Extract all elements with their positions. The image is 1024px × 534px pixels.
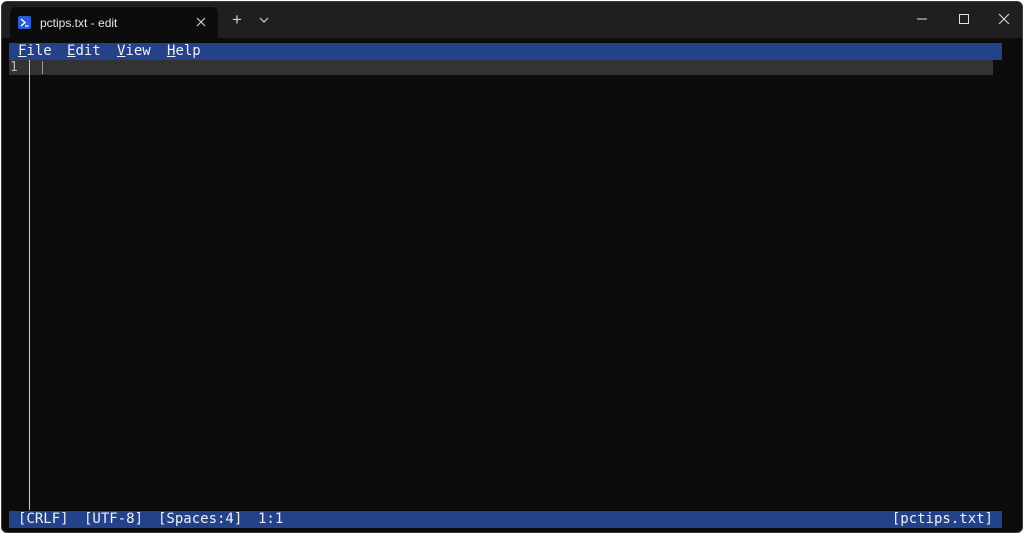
title-bar[interactable]: pctips.txt - edit + [2,2,1022,38]
status-encoding[interactable]: [UTF-8] [84,511,143,528]
powershell-icon [18,16,31,29]
close-icon [998,13,1010,25]
current-line-highlight [9,60,993,75]
menu-edit[interactable]: Edit [67,43,101,60]
gutter-divider [29,60,30,510]
status-indent[interactable]: [Spaces:4] [158,511,242,528]
terminal-window: pctips.txt - edit + File Edit View Help … [1,1,1023,533]
menu-view-label: iew [125,43,151,59]
menu-file[interactable]: File [18,43,52,60]
minimize-button[interactable] [902,6,942,32]
line-number: 1 [10,60,18,75]
close-icon [196,17,206,27]
menu-file-label: ile [26,43,52,59]
minimize-icon [917,18,927,20]
tab-dropdown-button[interactable] [256,11,272,29]
status-line-ending[interactable]: [CRLF] [18,511,69,528]
status-cursor-position[interactable]: 1:1 [258,511,283,528]
tab-title: pctips.txt - edit [40,16,118,30]
status-filename: [pctips.txt] [891,511,993,527]
menu-view[interactable]: View [117,43,151,60]
menu-help[interactable]: Help [167,43,201,60]
close-window-button[interactable] [984,6,1022,32]
menu-bar: File Edit View Help [9,43,1002,60]
editor-area[interactable]: File Edit View Help 1 [CRLF] [UTF-8] [Sp… [2,38,1022,532]
tab-pctips-edit[interactable]: pctips.txt - edit [10,7,218,38]
chevron-down-icon [259,17,269,23]
menu-help-label: elp [175,43,201,59]
tab-close-button[interactable] [192,13,210,31]
menu-edit-label: dit [75,43,101,59]
maximize-icon [959,14,969,24]
status-bar: [CRLF] [UTF-8] [Spaces:4] 1:1 [pctips.tx… [9,511,1002,528]
new-tab-button[interactable]: + [228,11,246,29]
maximize-button[interactable] [944,6,984,32]
text-cursor [42,61,43,74]
